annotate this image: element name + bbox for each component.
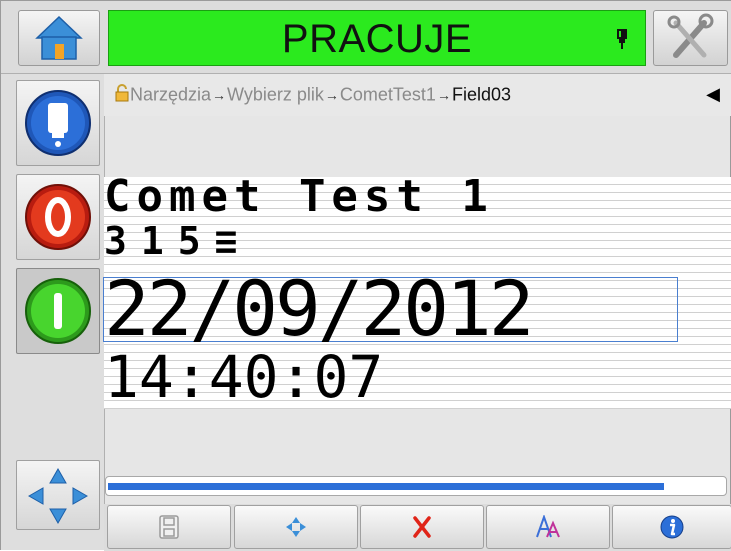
message-field-text[interactable]: Comet Test 1 xyxy=(104,171,494,222)
tools-button[interactable] xyxy=(653,10,728,66)
delete-button[interactable] xyxy=(360,505,484,549)
save-button[interactable] xyxy=(107,505,231,549)
font-icon xyxy=(536,513,560,538)
move-icon xyxy=(286,517,306,537)
info-button[interactable] xyxy=(612,505,731,549)
breadcrumb-item-file[interactable]: CometTest1 xyxy=(340,84,436,104)
lock-icon xyxy=(114,84,130,107)
ink-button[interactable] xyxy=(16,80,100,166)
top-bar: PRACUJE xyxy=(1,1,731,74)
move-button[interactable] xyxy=(234,505,358,549)
progress-bar xyxy=(105,476,727,496)
breadcrumb-item-select-file[interactable]: Wybierz plik xyxy=(227,84,324,104)
tools-icon xyxy=(667,13,714,58)
home-button[interactable] xyxy=(18,10,100,66)
message-field-counter[interactable]: 315≡ xyxy=(104,219,252,263)
status-text: PRACUJE xyxy=(281,17,473,61)
printhead-icon xyxy=(617,29,627,49)
start-button[interactable] xyxy=(16,268,100,354)
breadcrumb-separator: → xyxy=(436,87,451,104)
info-icon xyxy=(660,515,684,539)
breadcrumb: Narzędzia→Wybierz plik→CometTest1→Field0… xyxy=(104,74,731,116)
font-button[interactable] xyxy=(486,505,610,549)
navigate-button[interactable] xyxy=(16,460,100,530)
ink-bottle-icon xyxy=(25,90,91,156)
stop-icon xyxy=(25,184,91,250)
save-icon xyxy=(159,515,179,539)
left-panel xyxy=(1,74,105,550)
delete-icon xyxy=(413,516,431,538)
start-icon xyxy=(25,278,91,344)
breadcrumb-item-current: Field03 xyxy=(451,84,511,105)
home-icon xyxy=(35,15,83,60)
breadcrumb-separator: → xyxy=(324,87,339,104)
navigate-icon xyxy=(27,467,89,525)
app-window: PRACUJE Narzędzia→Wybierz plik→CometTest… xyxy=(0,0,731,551)
breadcrumb-path: Narzędzia→Wybierz plik→CometTest1→Field0… xyxy=(114,84,511,107)
breadcrumb-separator: → xyxy=(212,87,227,104)
message-field-time[interactable]: 14:40:07 xyxy=(104,347,383,407)
message-field-date[interactable]: 22/09/2012 xyxy=(104,271,535,347)
back-arrow-icon[interactable]: ◀ xyxy=(706,84,720,105)
status-bar[interactable]: PRACUJE xyxy=(108,10,646,66)
stop-button[interactable] xyxy=(16,174,100,260)
breadcrumb-item-tools[interactable]: Narzędzia xyxy=(130,84,211,104)
bottom-toolbar xyxy=(104,504,731,551)
progress-fill xyxy=(108,483,664,490)
